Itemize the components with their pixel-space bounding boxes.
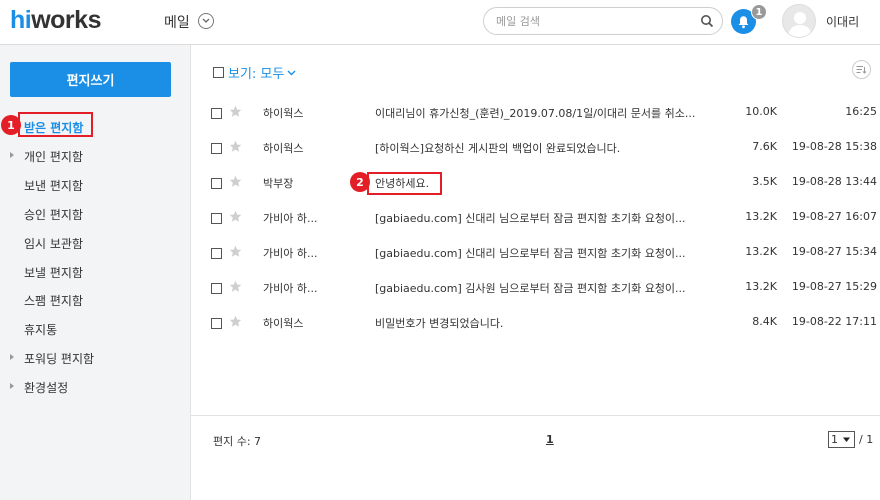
email-size: 13.2K [745,210,777,223]
star-icon[interactable] [229,105,242,118]
email-size: 10.0K [745,105,777,118]
annotation-highlight-inbox [18,112,93,137]
page-link-1[interactable]: 1 [546,433,554,446]
bell-icon [738,15,749,28]
sidebar-item-personal[interactable]: 개인 편지함 [24,148,83,165]
email-row[interactable]: 가비아 하... [gabiaedu.com] 김사원 님으로부터 잠금 편지함… [191,271,880,306]
sort-icon [856,66,867,74]
email-sender: 가비아 하... [263,212,318,225]
logo-prefix: hi [10,6,32,34]
expand-caret-icon[interactable] [10,354,14,360]
email-date: 19-08-28 13:44 [791,175,877,188]
sort-button[interactable] [852,60,871,79]
page-total: / 1 [859,433,874,446]
top-header: hiworks 메일 1 이대리 [0,0,880,45]
email-row[interactable]: 박부장 안녕하세요. 3.5K 19-08-28 13:44 [191,166,880,201]
search-icon[interactable] [700,14,714,28]
star-icon[interactable] [229,175,242,188]
sidebar-item-settings[interactable]: 환경설정 [24,379,68,396]
star-icon[interactable] [229,245,242,258]
email-date: 19-08-27 15:29 [791,280,877,293]
email-checkbox[interactable] [211,318,222,329]
email-sender: 박부장 [263,177,294,190]
mail-list-panel: 보기: 모두 하이웍스 이대리님이 휴가신청_(훈련)_2019.07.08/1… [191,45,880,500]
star-icon[interactable] [229,315,242,328]
email-row[interactable]: 가비아 하... [gabiaedu.com] 신대리 님으로부터 잠금 편지함… [191,201,880,236]
sidebar-item-sent[interactable]: 보낸 편지함 [24,177,83,194]
email-sender: 가비아 하... [263,247,318,260]
sidebar-item-spam[interactable]: 스팸 편지함 [24,292,83,309]
star-icon[interactable] [229,210,242,223]
star-icon[interactable] [229,280,242,293]
email-checkbox[interactable] [211,248,222,259]
annotation-marker-1: 1 [1,115,21,135]
sidebar-item-approval[interactable]: 승인 편지함 [24,206,83,223]
email-date: 19-08-22 17:11 [791,315,877,328]
email-date: 19-08-27 15:34 [791,245,877,258]
email-size: 13.2K [745,280,777,293]
email-row[interactable]: 하이웍스 비밀번호가 변경되었습니다. 8.4K 19-08-22 17:11 [191,306,880,341]
star-icon[interactable] [229,140,242,153]
view-filter-label[interactable]: 보기: 모두 [228,63,284,82]
annotation-highlight-subject [367,172,442,195]
email-sender: 하이웍스 [263,107,304,120]
logo-suffix: works [31,6,101,34]
view-filter[interactable]: 보기: 모두 [213,63,296,82]
page-select-value: 1 [831,433,838,446]
email-size: 3.5K [752,175,777,188]
email-subject[interactable]: [gabiaedu.com] 신대리 님으로부터 잠금 편지함 초기화 요청이.… [375,210,715,226]
email-checkbox[interactable] [211,108,222,119]
email-date: 19-08-28 15:38 [791,140,877,153]
mail-search-input[interactable] [496,12,692,30]
email-checkbox[interactable] [211,283,222,294]
page-select[interactable]: 1 [828,431,855,448]
chevron-down-icon [843,437,850,442]
chevron-down-icon[interactable] [287,70,296,76]
annotation-marker-2: 2 [350,172,370,192]
app-name[interactable]: 메일 [164,12,190,32]
app-switch-chevron-down-icon[interactable] [198,13,214,29]
email-size: 7.6K [752,140,777,153]
email-size: 13.2K [745,245,777,258]
email-sender: 가비아 하... [263,282,318,295]
select-all-checkbox[interactable] [213,67,224,78]
sidebar-item-trash[interactable]: 휴지통 [24,321,57,338]
email-row[interactable]: 가비아 하... [gabiaedu.com] 신대리 님으로부터 잠금 편지함… [191,236,880,271]
email-subject[interactable]: [하이웍스]요청하신 게시판의 백업이 완료되었습니다. [375,140,715,156]
expand-caret-icon[interactable] [10,152,14,158]
expand-caret-icon[interactable] [10,383,14,389]
email-subject[interactable]: [gabiaedu.com] 김사원 님으로부터 잠금 편지함 초기화 요청이.… [375,280,715,296]
user-name[interactable]: 이대리 [826,13,859,30]
mail-list-footer: 편지 수: 7 1 1 / 1 [191,415,880,500]
email-row[interactable]: 하이웍스 이대리님이 휴가신청_(훈련)_2019.07.08/1일/이대리 문… [191,96,880,131]
email-date: 16:25 [845,105,877,118]
user-avatar[interactable] [782,4,816,38]
hiworks-logo[interactable]: hiworks [10,6,101,35]
email-date: 19-08-27 16:07 [791,210,877,223]
email-row[interactable]: 하이웍스 [하이웍스]요청하신 게시판의 백업이 완료되었습니다. 7.6K 1… [191,131,880,166]
sidebar-item-outbox[interactable]: 보낼 편지함 [24,264,83,281]
sidebar-item-forwarding[interactable]: 포워딩 편지함 [24,350,94,367]
compose-mail-button[interactable]: 편지쓰기 [10,62,171,97]
email-subject[interactable]: [gabiaedu.com] 신대리 님으로부터 잠금 편지함 초기화 요청이.… [375,245,715,261]
email-subject[interactable]: 이대리님이 휴가신청_(훈련)_2019.07.08/1일/이대리 문서를 취소… [375,105,715,121]
email-sender: 하이웍스 [263,317,304,330]
email-checkbox[interactable] [211,178,222,189]
email-sender: 하이웍스 [263,142,304,155]
email-checkbox[interactable] [211,213,222,224]
email-size: 8.4K [752,315,777,328]
mail-count: 편지 수: 7 [213,435,262,448]
email-checkbox[interactable] [211,143,222,154]
notification-count-badge: 1 [751,4,767,20]
email-subject[interactable]: 비밀번호가 변경되었습니다. [375,315,715,331]
sidebar-item-drafts[interactable]: 임시 보관함 [24,235,83,252]
mail-search-box [483,7,723,35]
